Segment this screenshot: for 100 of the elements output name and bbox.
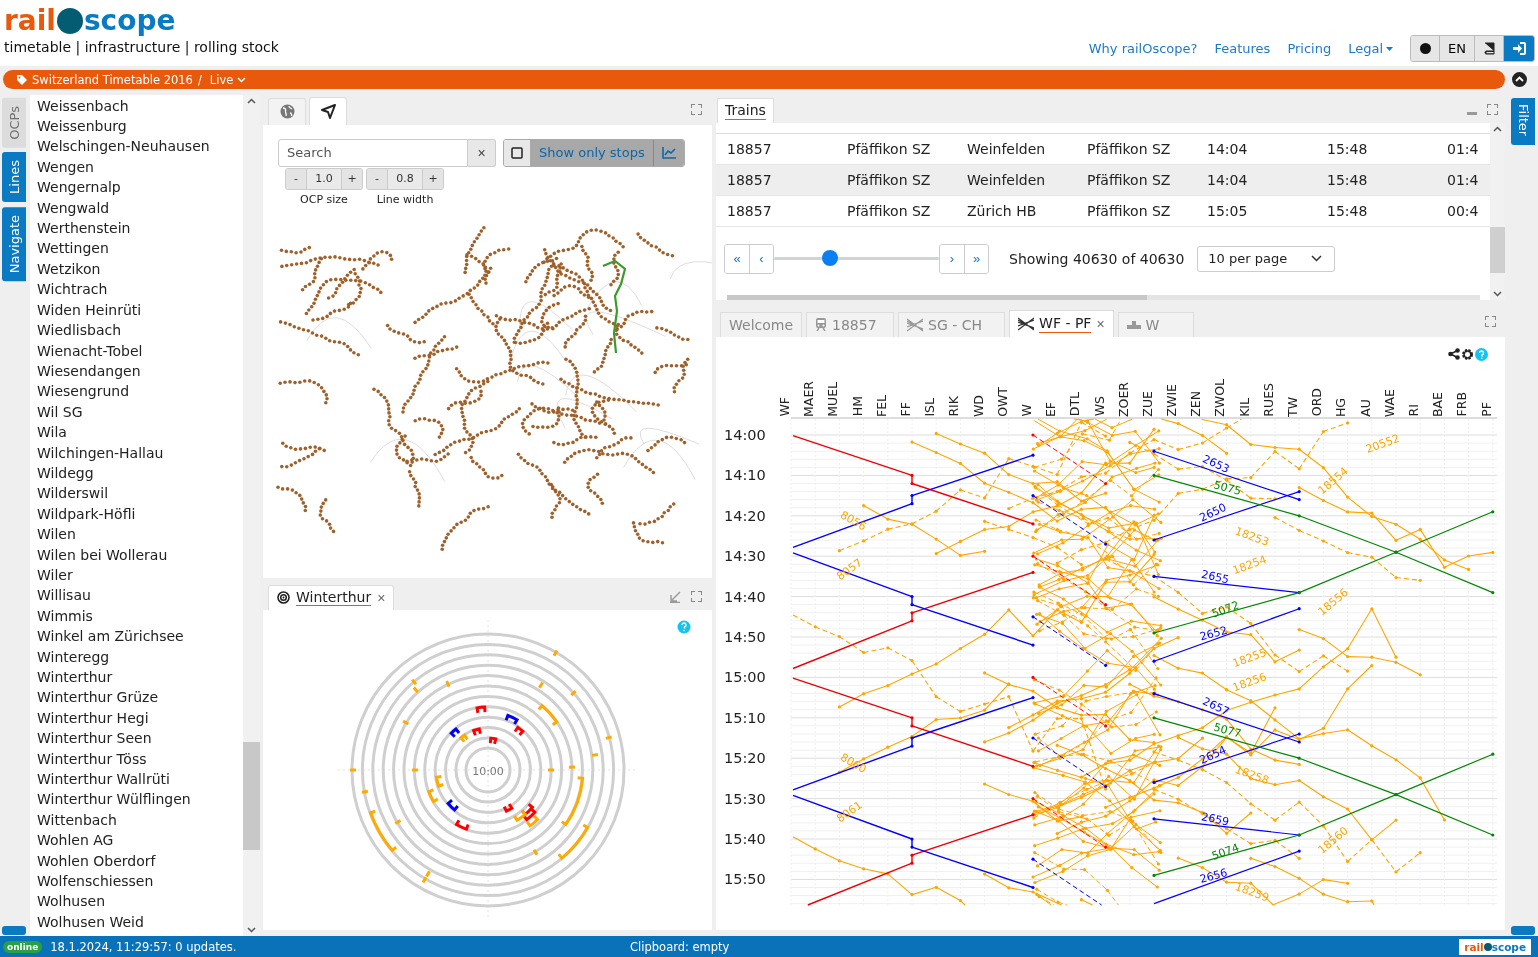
mode-dropdown[interactable]: Live (209, 72, 247, 87)
ocp-list-item[interactable]: Wengen (37, 156, 243, 178)
ocp-list-item[interactable]: Wohlen Oberdorf (37, 850, 243, 872)
ocp-list-item[interactable]: Willisau (37, 585, 243, 606)
decrement-button[interactable]: - (286, 168, 306, 189)
expand-icon[interactable] (691, 104, 702, 116)
previous-page-button[interactable]: ‹ (749, 244, 773, 273)
ocp-list-item[interactable]: Winterthur Töss (37, 748, 243, 770)
collapse-handle[interactable] (1511, 926, 1535, 936)
last-page-button[interactable]: » (964, 244, 988, 273)
collapse-up-icon[interactable] (1512, 72, 1527, 88)
minimize-icon[interactable] (1467, 112, 1477, 116)
status-message: 18.1.2024, 11:29:57: 0 updates. (50, 939, 238, 954)
ocp-list-item[interactable]: Wengernalp (37, 177, 243, 198)
ocp-list-item[interactable]: Wolhusen (37, 891, 243, 912)
ocp-list-item[interactable]: Wiesendangen (37, 360, 243, 382)
ocp-list-item[interactable]: Winterthur (37, 667, 243, 688)
graph-tab[interactable]: WF - PF × (1009, 309, 1114, 337)
nav-link[interactable]: Pricing (1287, 41, 1332, 56)
side-tab[interactable]: Filter (1511, 97, 1535, 145)
ocp-list-item[interactable]: Wittenbach (37, 809, 243, 831)
ocp-list-item[interactable]: Winterthur Hegi (37, 707, 243, 729)
increment-button[interactable]: + (423, 168, 443, 189)
ocp-list-item[interactable]: Wilderswil (37, 483, 243, 504)
ocp-list-item[interactable]: Wila (37, 422, 243, 443)
value-field[interactable]: 0.8 (387, 168, 423, 189)
logo[interactable]: rail scope (4, 6, 279, 36)
ocp-list-item[interactable]: Winkel am Zürichsee (37, 626, 243, 647)
ocp-list-item[interactable]: Welschingen-Neuhausen (37, 136, 243, 157)
platform-icon (1126, 320, 1141, 329)
nav-link[interactable]: Legal (1348, 41, 1394, 56)
ocp-list-item[interactable]: Werthenstein (37, 218, 243, 239)
ocp-list-item[interactable]: Wimmis (37, 605, 243, 627)
ocp-list-item[interactable]: Wildegg (37, 462, 243, 484)
share-icon[interactable] (1448, 347, 1460, 360)
increment-button[interactable]: + (342, 168, 362, 189)
ocp-list-item[interactable]: Wienacht-Tobel (37, 340, 243, 361)
settings-icon[interactable] (1461, 347, 1474, 361)
expand-icon[interactable] (1487, 104, 1498, 116)
ocp-list-item[interactable]: Wilchingen-Hallau (37, 442, 243, 463)
ocp-list-item[interactable]: Wiedlisbach (37, 320, 243, 341)
close-button[interactable]: × (377, 589, 386, 606)
language-button[interactable]: EN (1440, 36, 1475, 61)
ocp-list-item[interactable]: Wetzikon (37, 258, 243, 280)
chevron-up-icon[interactable] (247, 97, 256, 104)
ocp-list-item[interactable]: Weissenburg (37, 116, 243, 137)
ocp-list-item[interactable]: Wiesengrund (37, 381, 243, 402)
theme-button[interactable] (1411, 36, 1441, 61)
nav-link[interactable]: Why railOscope? (1088, 41, 1198, 56)
ocp-list-item[interactable]: Wolfenschiessen (37, 871, 243, 892)
close-button[interactable]: × (1096, 315, 1105, 332)
side-tab[interactable]: Navigate (2, 207, 26, 282)
ocp-list-item[interactable]: Winteregg (37, 646, 243, 667)
scrollbar-thumb[interactable] (243, 742, 260, 851)
slider-thumb[interactable] (822, 250, 839, 267)
ocp-list-item[interactable]: Winterthur Wülflingen (37, 789, 243, 810)
side-tab[interactable]: Lines (2, 152, 26, 203)
ocp-list-item[interactable]: Wengwald (37, 197, 243, 219)
value-field[interactable]: 1.0 (306, 168, 342, 189)
collapse-handle[interactable] (2, 926, 26, 936)
nav-link[interactable]: Features (1214, 41, 1271, 56)
help-icon[interactable] (677, 620, 691, 634)
time-label: 15:30 (724, 790, 766, 807)
map-view-tab[interactable] (309, 96, 347, 125)
side-tab[interactable]: OCPs (2, 97, 26, 148)
ocp-list-item[interactable]: Wilen (37, 524, 243, 545)
manual-button[interactable] (1475, 36, 1504, 61)
chevron-up-icon[interactable] (1493, 125, 1502, 132)
logo[interactable]: rail scope (1459, 938, 1531, 955)
ocp-list-item[interactable]: Wil SG (37, 401, 243, 423)
station-tab[interactable]: Winterthur × (268, 584, 395, 610)
arrow-down-left-icon[interactable] (669, 591, 681, 604)
timetable-name[interactable]: Switzerland Timetable 2016 (32, 72, 193, 87)
scrollbar[interactable] (243, 94, 260, 937)
ocp-list-item[interactable]: Wettingen (37, 238, 243, 259)
checkbox-button[interactable] (504, 139, 531, 166)
page-size-dropdown[interactable]: 10 per page (1197, 245, 1336, 272)
ocp-list-item[interactable]: Wohlen AG (37, 830, 243, 851)
chevron-down-icon[interactable] (1493, 290, 1502, 297)
expand-icon[interactable] (691, 591, 702, 603)
login-button[interactable] (1504, 36, 1534, 61)
ocp-list-item[interactable]: Wolhusen Weid (37, 911, 243, 933)
chart-button[interactable] (652, 139, 684, 166)
ocp-list-item[interactable]: Weissenbach (37, 95, 243, 117)
ocp-list-item[interactable]: Wichtrach (37, 279, 243, 300)
ocp-list-item[interactable]: Wildpark-Höfli (37, 503, 243, 525)
horizontal-scrollbar[interactable] (727, 294, 1480, 300)
clear-button[interactable]: × (468, 138, 496, 167)
chevron-down-icon[interactable] (247, 927, 256, 934)
search-field[interactable]: Search (278, 138, 468, 167)
ocp-list-item[interactable]: Widen Heinrüti (37, 299, 243, 321)
trains-tab[interactable]: Trains (717, 97, 774, 123)
ocp-list-item[interactable]: Wiler (37, 564, 243, 586)
ocp-list-item[interactable]: Wilen bei Wollerau (37, 544, 243, 565)
table-cell-text: Zürich HB (967, 202, 1038, 219)
decrement-button[interactable]: - (367, 168, 387, 189)
ocp-list-item[interactable]: Winterthur Grüze (37, 687, 243, 708)
expand-icon[interactable] (1485, 316, 1496, 328)
ocp-list-item[interactable]: Winterthur Seen (37, 728, 243, 749)
ocp-list-item[interactable]: Winterthur Wallrüti (37, 769, 243, 790)
